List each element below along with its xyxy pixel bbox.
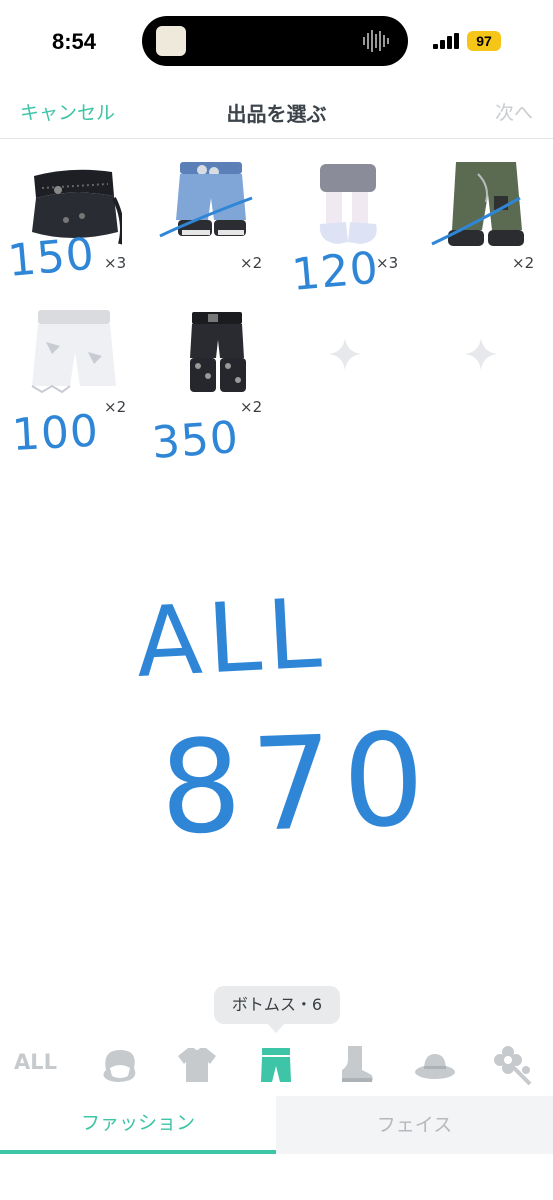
status-bar: 8:54 97	[0, 0, 553, 80]
hair-icon	[103, 1050, 136, 1082]
handwritten-price: 350	[150, 411, 241, 469]
tab-fashion[interactable]: ファッション	[0, 1096, 276, 1154]
category-hats[interactable]	[410, 1040, 460, 1090]
handwritten-price: 120	[289, 242, 381, 301]
empty-slot-sparkle-icon[interactable]	[463, 336, 499, 372]
item-qty: ×2	[240, 398, 263, 416]
category-bottoms[interactable]	[251, 1040, 301, 1090]
item-qty: ×2	[240, 254, 263, 272]
category-bar	[0, 1040, 553, 1090]
handwritten-price: 150	[5, 228, 97, 287]
category-tops[interactable]	[172, 1040, 222, 1090]
cancel-button[interactable]: キャンセル	[20, 98, 115, 125]
handwritten-total: 870	[157, 705, 437, 864]
category-tooltip: ボトムス・6	[214, 986, 340, 1024]
now-playing-thumbnail	[156, 26, 186, 56]
audio-wave-icon	[363, 30, 389, 52]
category-hair[interactable]	[94, 1040, 144, 1090]
shirt-icon	[178, 1048, 216, 1082]
flower-accessory-icon	[494, 1046, 532, 1086]
item-blue-denim-shorts[interactable]: ×2	[140, 150, 263, 272]
item-qty: ×3	[104, 254, 127, 272]
status-time: 8:54	[52, 29, 97, 54]
boot-icon	[342, 1046, 373, 1082]
category-accessories[interactable]	[490, 1040, 540, 1090]
pants-icon	[261, 1048, 291, 1082]
dynamic-island[interactable]	[142, 16, 408, 66]
nav-bar: キャンセル 出品を選ぶ 次へ	[0, 86, 553, 139]
tooltip-tail	[266, 1022, 286, 1033]
denim-shorts-icon	[159, 162, 253, 238]
cargo-pants-icon	[431, 162, 524, 246]
next-button[interactable]: 次へ	[495, 98, 533, 125]
gray-skirt-boots-icon	[319, 164, 377, 244]
main-tabs: ファッション フェイス	[0, 1096, 553, 1154]
white-shorts-icon	[31, 310, 116, 394]
tab-face[interactable]: フェイス	[276, 1096, 553, 1154]
studded-shorts-icon	[190, 312, 246, 392]
empty-slot-sparkle-icon[interactable]	[327, 336, 363, 372]
item-black-studded-shorts[interactable]: ×2	[140, 294, 263, 416]
battery-icon: 97	[467, 31, 501, 51]
item-qty: ×2	[512, 254, 535, 272]
item-qty: ×2	[104, 398, 127, 416]
item-green-cargo-pants[interactable]: ×2	[412, 150, 535, 272]
signal-icon	[433, 33, 459, 49]
hat-icon	[415, 1054, 455, 1079]
category-shoes[interactable]	[330, 1040, 380, 1090]
item-white-distressed-shorts[interactable]: ×2	[4, 294, 127, 416]
item-qty: ×3	[376, 254, 399, 272]
handwritten-price: 100	[10, 405, 101, 461]
handwritten-all-label: ALL	[133, 577, 330, 699]
